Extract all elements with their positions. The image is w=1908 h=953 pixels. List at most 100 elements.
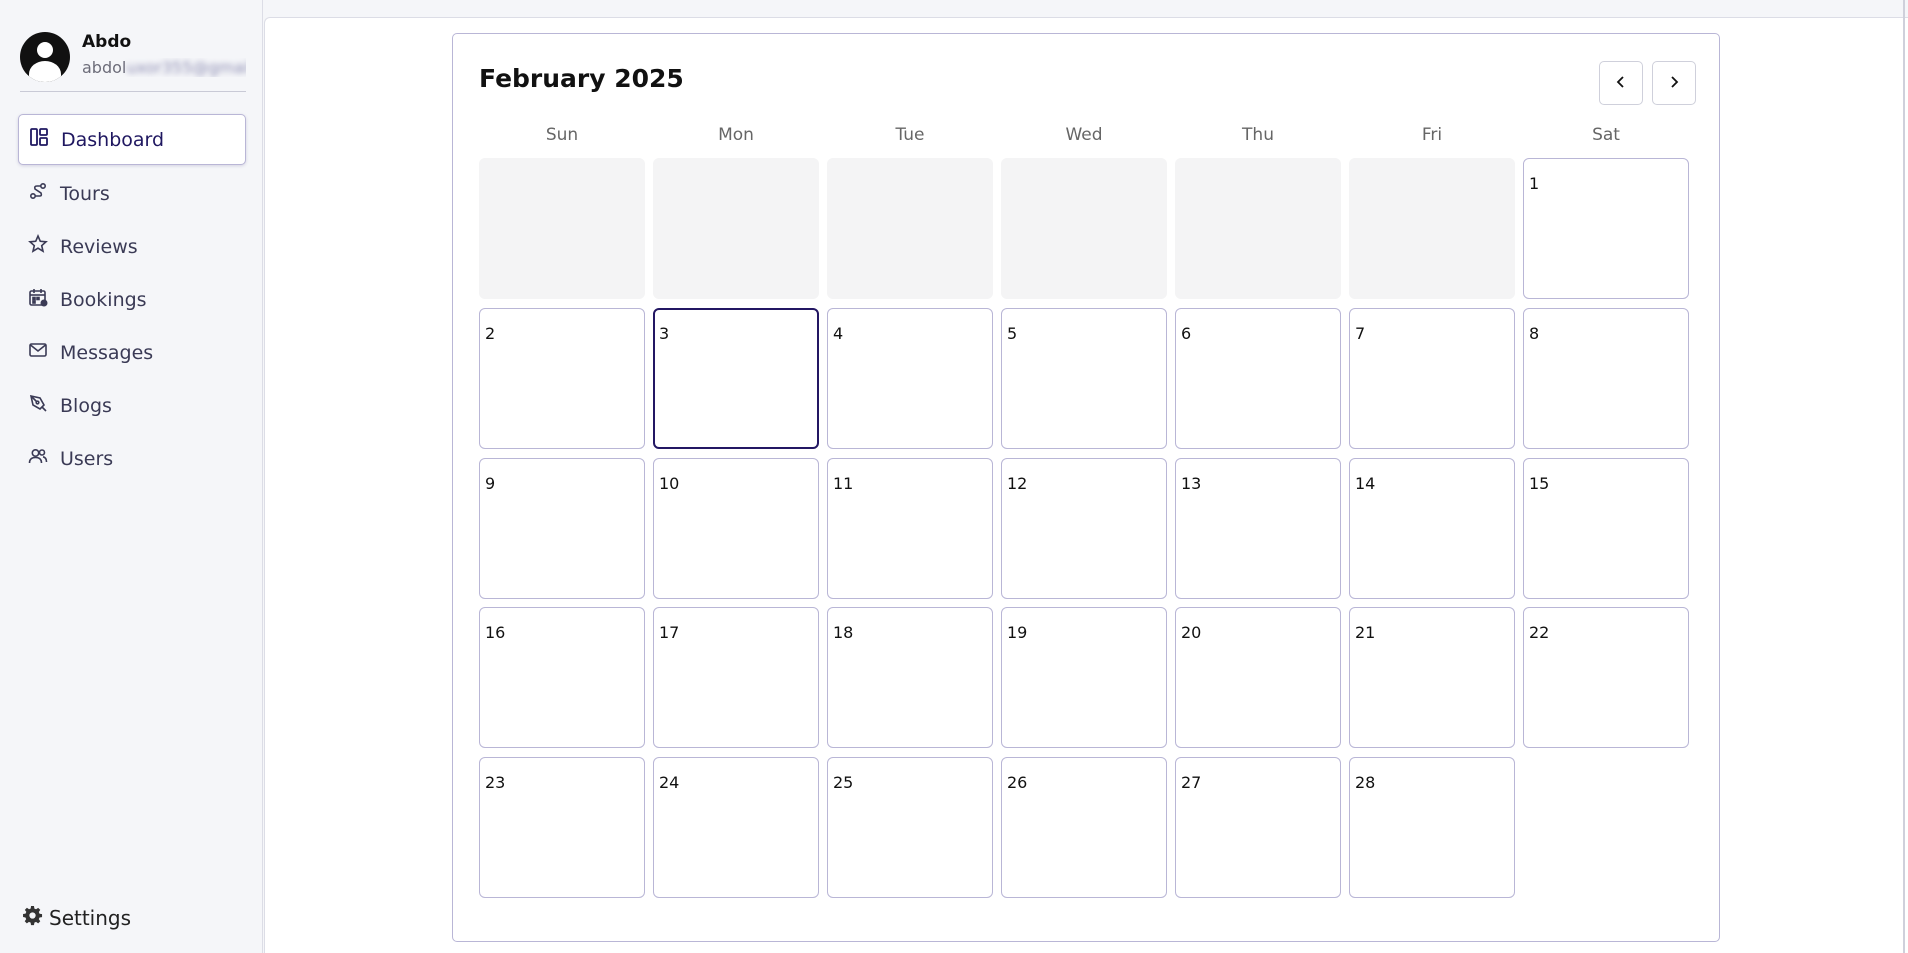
day-cell-20[interactable]: 20 (1175, 607, 1341, 748)
weekday-wed: Wed (1065, 125, 1103, 145)
previous-month-button[interactable] (1599, 61, 1643, 105)
day-number: 22 (1529, 623, 1550, 642)
weekday-mon: Mon (718, 125, 754, 145)
sidebar-item-label: Reviews (60, 235, 138, 258)
day-number: 13 (1181, 474, 1202, 493)
day-cell-9[interactable]: 9 (479, 458, 645, 599)
empty-day-cell (827, 158, 993, 299)
day-number: 4 (833, 324, 844, 343)
day-cell-21[interactable]: 21 (1349, 607, 1515, 748)
next-month-button[interactable] (1652, 61, 1696, 105)
day-number: 15 (1529, 474, 1550, 493)
chevron-left-icon (1614, 74, 1628, 93)
day-cell-26[interactable]: 26 (1001, 757, 1167, 898)
day-number: 8 (1529, 324, 1540, 343)
sidebar-item-tours[interactable]: Tours (18, 167, 246, 220)
sidebar-item-label: Messages (60, 341, 154, 364)
day-cell-17[interactable]: 17 (653, 607, 819, 748)
sidebar-item-label: Users (60, 447, 114, 470)
day-number: 14 (1355, 474, 1376, 493)
weekday-header: Sun Mon Tue Wed Thu Fri Sat (479, 125, 1692, 149)
day-number: 18 (833, 623, 854, 642)
sidebar-item-users[interactable]: Users (18, 432, 246, 485)
day-number: 19 (1007, 623, 1028, 642)
sidebar-item-messages[interactable]: Messages (18, 326, 246, 379)
day-number: 25 (833, 773, 854, 792)
sidebar-item-label: Tours (60, 182, 110, 205)
day-number: 23 (485, 773, 506, 792)
pen-icon (28, 393, 60, 418)
day-cell-7[interactable]: 7 (1349, 308, 1515, 449)
empty-day-cell (653, 158, 819, 299)
day-cell-14[interactable]: 14 (1349, 458, 1515, 599)
day-cell-4[interactable]: 4 (827, 308, 993, 449)
sidebar-item-dashboard[interactable]: Dashboard (18, 114, 246, 165)
chevron-right-icon (1667, 74, 1681, 93)
scrollbar[interactable] (1903, 0, 1905, 953)
gear-icon (22, 905, 49, 931)
day-cell-1[interactable]: 1 (1523, 158, 1689, 299)
weekday-sun: Sun (545, 125, 579, 145)
day-cell-13[interactable]: 13 (1175, 458, 1341, 599)
day-number: 17 (659, 623, 680, 642)
star-icon (28, 233, 60, 259)
day-number: 2 (485, 324, 496, 343)
weekday-tue: Tue (895, 125, 925, 145)
day-number: 5 (1007, 324, 1018, 343)
empty-day-cell (1175, 158, 1341, 299)
day-number: 6 (1181, 324, 1192, 343)
user-profile[interactable]: Abdo abdoluxor355@gmail... (20, 30, 246, 92)
day-number: 10 (659, 474, 680, 493)
day-number: 1 (1529, 174, 1540, 193)
sidebar-item-blogs[interactable]: Blogs (18, 379, 246, 432)
day-number: 24 (659, 773, 680, 792)
day-number: 28 (1355, 773, 1376, 792)
sidebar-item-bookings[interactable]: Bookings (18, 273, 246, 326)
sidebar: Abdo abdoluxor355@gmail... Dashboard Tou… (0, 0, 263, 953)
sidebar-item-label: Dashboard (61, 128, 165, 151)
day-cell-11[interactable]: 11 (827, 458, 993, 599)
day-cell-27[interactable]: 27 (1175, 757, 1341, 898)
day-cell-19[interactable]: 19 (1001, 607, 1167, 748)
calendar-check-icon (28, 287, 60, 312)
day-number: 3 (659, 324, 670, 343)
empty-day-cell (1001, 158, 1167, 299)
day-number: 12 (1007, 474, 1028, 493)
day-cell-6[interactable]: 6 (1175, 308, 1341, 449)
sidebar-item-label: Bookings (60, 288, 147, 311)
sidebar-nav: Dashboard Tours Reviews Bookings Message… (18, 114, 246, 485)
day-cell-2[interactable]: 2 (479, 308, 645, 449)
day-cell-25[interactable]: 25 (827, 757, 993, 898)
day-cell-24[interactable]: 24 (653, 757, 819, 898)
settings-label: Settings (49, 906, 132, 930)
day-cell-15[interactable]: 15 (1523, 458, 1689, 599)
day-cell-23[interactable]: 23 (479, 757, 645, 898)
sidebar-item-label: Blogs (60, 394, 112, 417)
sidebar-item-reviews[interactable]: Reviews (18, 220, 246, 273)
day-number: 16 (485, 623, 506, 642)
avatar (20, 32, 70, 82)
day-number: 20 (1181, 623, 1202, 642)
day-number: 21 (1355, 623, 1376, 642)
main-content: February 2025 Sun Mon Tue Wed Thu Fri Sat 1234… (264, 17, 1908, 953)
mail-icon (28, 340, 60, 365)
route-icon (28, 181, 60, 206)
empty-day-cell (479, 158, 645, 299)
day-cell-10[interactable]: 10 (653, 458, 819, 599)
day-cell-18[interactable]: 18 (827, 607, 993, 748)
profile-email: abdoluxor355@gmail... (82, 58, 246, 77)
day-cell-22[interactable]: 22 (1523, 607, 1689, 748)
dashboard-icon (29, 127, 61, 152)
day-cell-16[interactable]: 16 (479, 607, 645, 748)
profile-email-blurred: uxor355@gmail... (126, 58, 246, 77)
day-cell-5[interactable]: 5 (1001, 308, 1167, 449)
day-cell-3[interactable]: 3 (653, 308, 819, 449)
settings-button[interactable]: Settings (22, 905, 131, 931)
day-cell-28[interactable]: 28 (1349, 757, 1515, 898)
weekday-fri: Fri (1421, 125, 1443, 145)
day-cell-12[interactable]: 12 (1001, 458, 1167, 599)
empty-day-cell (1349, 158, 1515, 299)
calendar: February 2025 Sun Mon Tue Wed Thu Fri Sat 1234… (452, 33, 1720, 942)
profile-name: Abdo (82, 32, 132, 52)
day-cell-8[interactable]: 8 (1523, 308, 1689, 449)
